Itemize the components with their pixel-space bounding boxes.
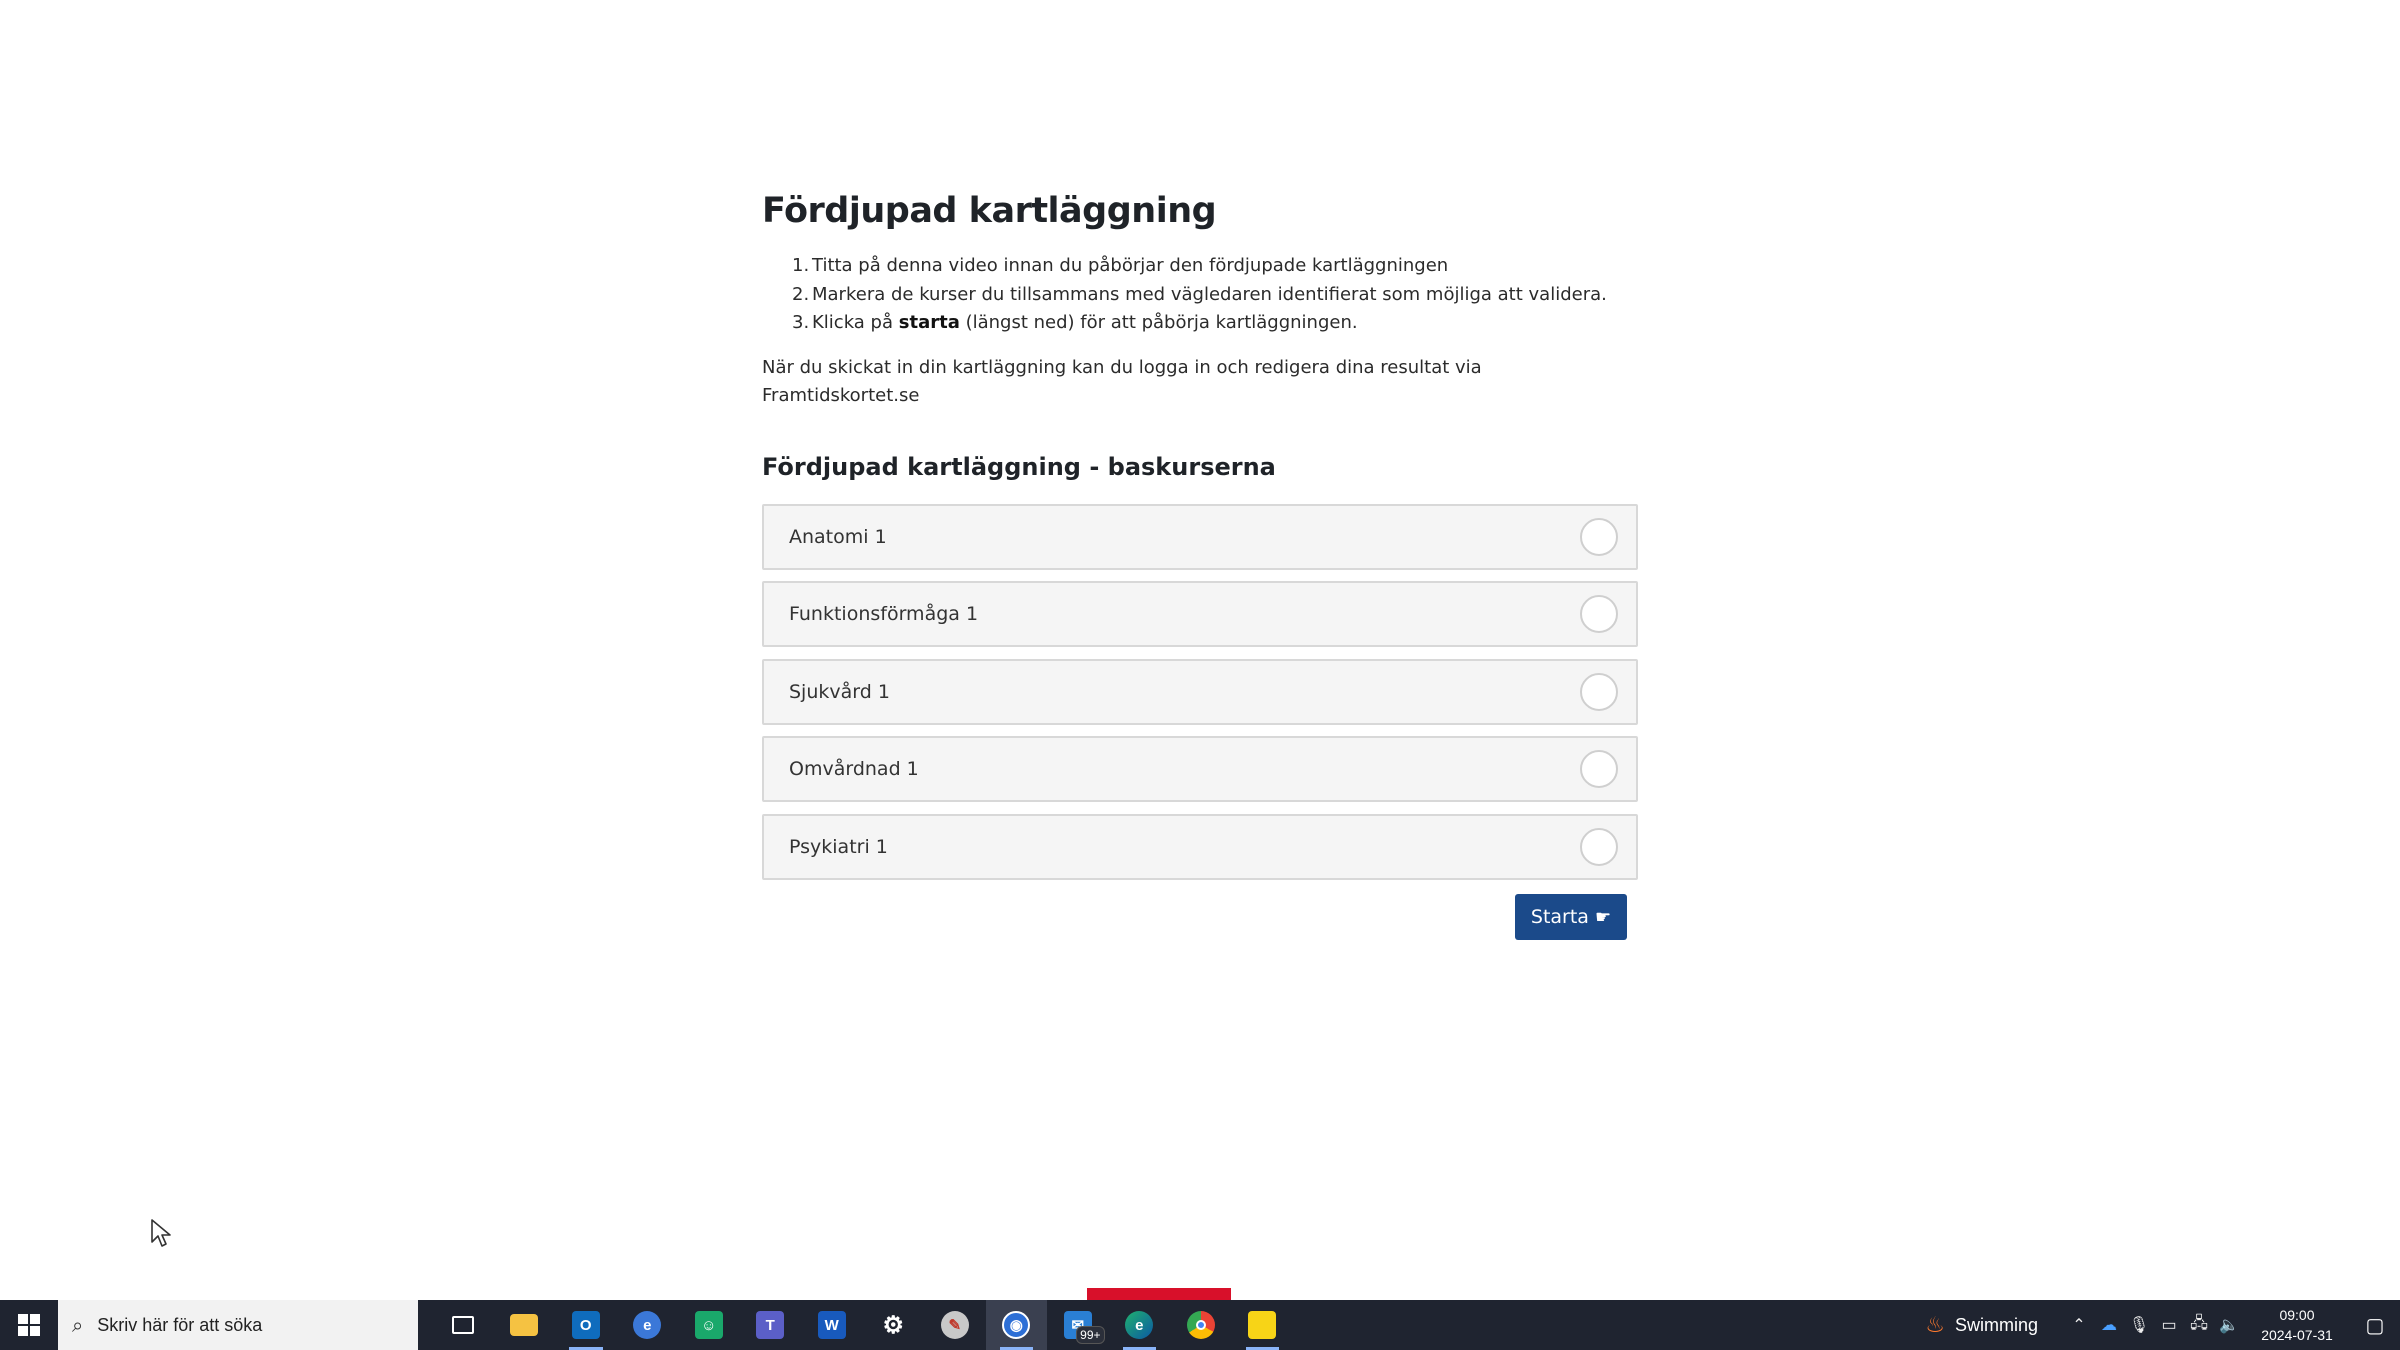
course-list: Anatomi 1 Funktionsförmåga 1 Sjukvård 1 … bbox=[762, 503, 1638, 880]
start-label: Starta bbox=[1530, 906, 1589, 928]
start-button[interactable]: Starta ☛ bbox=[1515, 894, 1627, 940]
hand-pointing-icon: ☛ bbox=[1594, 906, 1612, 928]
course-option-omvardnad[interactable]: Omvårdnad 1 bbox=[762, 736, 1638, 802]
word-button[interactable]: W bbox=[801, 1300, 863, 1350]
volume-icon[interactable]: 🔈 bbox=[2214, 1315, 2244, 1335]
weather-label: Swimming bbox=[1954, 1314, 2038, 1335]
notification-bar bbox=[1087, 1288, 1231, 1300]
word-icon: W bbox=[817, 1311, 846, 1339]
page-title: Fördjupad kartläggning bbox=[762, 191, 1217, 231]
course-option-anatomi[interactable]: Anatomi 1 bbox=[762, 503, 1638, 570]
taskbar-apps: O e ☺ T W ⚙ ✎ ◉ ✉ 99+ e bbox=[432, 1300, 1293, 1350]
main-content: Fördjupad kartläggning 1. Titta på denna … bbox=[762, 185, 1638, 891]
app-icon: ☺ bbox=[694, 1311, 723, 1339]
course-label: Anatomi 1 bbox=[789, 525, 887, 548]
app-button[interactable]: ✉ 99+ bbox=[1047, 1300, 1109, 1350]
taskbar-search-input[interactable]: ⌕ Skriv här för att söka bbox=[58, 1300, 418, 1350]
course-label: Funktionsförmåga 1 bbox=[789, 603, 979, 625]
clock[interactable]: 09:00 2024-07-31 bbox=[2252, 1305, 2342, 1345]
course-label: Psykiatri 1 bbox=[789, 835, 888, 858]
section-title: Fördjupad kartläggning - baskurserna bbox=[762, 452, 1276, 481]
radio-button[interactable] bbox=[1580, 595, 1618, 633]
app-button[interactable]: ◉ bbox=[985, 1300, 1047, 1350]
windows-start-button[interactable] bbox=[0, 1300, 58, 1350]
folder-icon bbox=[510, 1314, 539, 1336]
course-option-psykiatri[interactable]: Psykiatri 1 bbox=[762, 813, 1638, 880]
course-label: Sjukvård 1 bbox=[789, 680, 890, 703]
chrome-icon bbox=[1186, 1311, 1215, 1339]
app-icon: ◉ bbox=[1002, 1311, 1031, 1339]
task-view-icon bbox=[451, 1316, 474, 1334]
instruction-list: 1. Titta på denna video innan du påbörjar… bbox=[792, 252, 1638, 338]
outlook-icon: O bbox=[571, 1311, 600, 1339]
sticky-notes-button[interactable] bbox=[1232, 1300, 1294, 1350]
taskbar: ⌕ Skriv här för att söka O e ☺ T W ⚙ ✎ ◉… bbox=[0, 1300, 2400, 1350]
search-placeholder: Skriv här för att söka bbox=[97, 1314, 263, 1335]
file-explorer-button[interactable] bbox=[494, 1300, 556, 1350]
radio-button[interactable] bbox=[1580, 750, 1618, 788]
course-option-funktionsformaga[interactable]: Funktionsförmåga 1 bbox=[762, 581, 1638, 647]
chevron-up-icon[interactable]: ⌃ bbox=[2064, 1315, 2094, 1335]
outlook-button[interactable]: O bbox=[555, 1300, 617, 1350]
sticky-notes-icon bbox=[1248, 1311, 1277, 1339]
notifications-icon[interactable]: ▢ bbox=[2350, 1313, 2400, 1338]
instruction-step: 2. Markera de kurser du tillsammans med v… bbox=[792, 283, 1607, 305]
instruction-link[interactable]: Titta på denna video innan du påbörjar d… bbox=[812, 255, 1448, 276]
search-icon: ⌕ bbox=[72, 1313, 84, 1337]
app-button[interactable]: ☺ bbox=[678, 1300, 740, 1350]
app-icon: e bbox=[633, 1311, 662, 1339]
mouse-cursor-icon bbox=[151, 1219, 171, 1247]
settings-button[interactable]: ⚙ bbox=[863, 1300, 925, 1350]
teams-icon: T bbox=[756, 1311, 785, 1339]
task-view-button[interactable] bbox=[432, 1300, 494, 1350]
edge-icon: e bbox=[1125, 1311, 1154, 1339]
clock-time: 09:00 bbox=[2279, 1307, 2315, 1323]
system-tray: ♨ Swimming ⌃ ☁ 🎙 ▭ 🖧 🔈 09:00 2024-07-31 … bbox=[1925, 1300, 2400, 1350]
info-note: När du skickat in din kartläggning kan d… bbox=[762, 356, 1482, 406]
instruction-step: 3. Klicka på starta (längst ned) för att … bbox=[792, 312, 1358, 333]
chrome-button[interactable] bbox=[1170, 1300, 1232, 1350]
clock-date: 2024-07-31 bbox=[2261, 1327, 2333, 1343]
weather-widget[interactable]: ♨ Swimming bbox=[1925, 1312, 2038, 1338]
teams-button[interactable]: T bbox=[740, 1300, 802, 1350]
notification-badge: 99+ bbox=[1076, 1326, 1105, 1344]
instruction-step: 1. Titta på denna video innan du påbörjar… bbox=[792, 255, 1449, 276]
start-area: Starta ☛ bbox=[1515, 894, 1627, 940]
radio-button[interactable] bbox=[1580, 827, 1618, 866]
app-button[interactable]: e bbox=[617, 1300, 679, 1350]
weather-icon: ♨ bbox=[1925, 1312, 1945, 1337]
app-icon: ✎ bbox=[940, 1311, 969, 1339]
edge-button[interactable]: e bbox=[1109, 1300, 1171, 1350]
course-option-sjukvard[interactable]: Sjukvård 1 bbox=[762, 658, 1638, 725]
microphone-icon[interactable]: 🎙 bbox=[2124, 1315, 2154, 1335]
windows-logo-icon bbox=[18, 1314, 40, 1336]
radio-button[interactable] bbox=[1580, 672, 1618, 711]
app-button[interactable]: ✎ bbox=[924, 1300, 986, 1350]
network-icon[interactable]: 🖧 bbox=[2184, 1312, 2214, 1339]
battery-icon[interactable]: ▭ bbox=[2154, 1315, 2184, 1335]
gear-icon: ⚙ bbox=[882, 1311, 904, 1339]
course-label: Omvårdnad 1 bbox=[789, 758, 919, 780]
onedrive-icon[interactable]: ☁ bbox=[2094, 1315, 2124, 1335]
radio-button[interactable] bbox=[1580, 517, 1618, 556]
